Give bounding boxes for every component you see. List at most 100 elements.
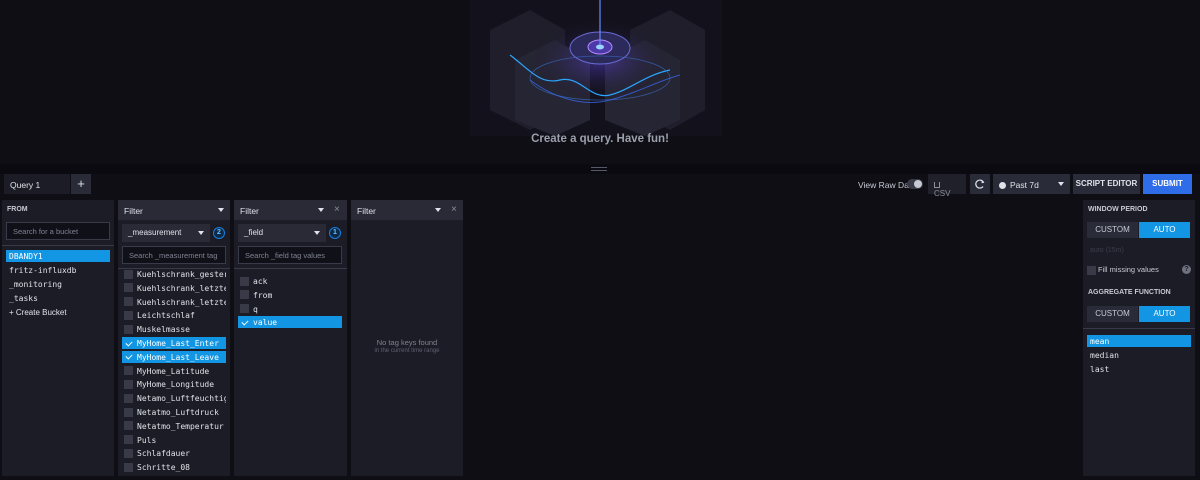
checkbox-list-item[interactable]: MyHome_Last_Enter xyxy=(122,337,226,349)
filter-panel-measurement: Filter _measurement 2 Search _measuremen… xyxy=(118,200,230,476)
close-icon[interactable]: × xyxy=(451,204,457,215)
filter-panel-field: Filter × _field 1 Search _field tag valu… xyxy=(234,200,347,476)
window-auto-button[interactable]: AUTO xyxy=(1139,222,1190,238)
checkbox-icon[interactable] xyxy=(124,297,133,307)
bucket-item[interactable]: fritz-influxdb xyxy=(6,264,110,276)
checkbox-icon[interactable] xyxy=(124,310,133,320)
fill-missing-checkbox[interactable] xyxy=(1087,266,1096,275)
checkbox-icon[interactable] xyxy=(124,435,133,445)
checkbox-list-item[interactable]: Puls xyxy=(122,434,226,446)
checkbox-list-item[interactable]: Kuehlschrank_letzte... xyxy=(122,282,226,294)
checkbox-list-item[interactable]: Kuehlschrank_gestern xyxy=(122,268,226,280)
aggregate-function-item[interactable]: median xyxy=(1087,349,1191,361)
checkbox-icon[interactable] xyxy=(240,276,249,286)
measurement-search-input[interactable]: Search _measurement tag xyxy=(122,246,226,264)
bucket-item[interactable]: DBANDY1 xyxy=(6,250,110,262)
checkbox-list-item[interactable]: Schlafdauer xyxy=(122,447,226,459)
divider xyxy=(234,268,347,269)
item-label: Schlafdauer xyxy=(137,449,190,459)
checkbox-list-item[interactable]: Kuehlschrank_letzte... xyxy=(122,296,226,308)
filter-header[interactable]: Filter × xyxy=(351,200,463,220)
function-custom-button[interactable]: CUSTOM xyxy=(1087,306,1138,322)
bucket-item[interactable]: _tasks xyxy=(6,292,110,304)
checkbox-list-item[interactable]: MyHome_Latitude xyxy=(122,365,226,377)
aggregate-function-item[interactable]: mean xyxy=(1087,335,1191,347)
selected-count-badge: 1 xyxy=(329,227,341,239)
checkbox-icon[interactable] xyxy=(124,421,133,431)
from-title: FROM xyxy=(7,206,28,213)
checkbox-icon[interactable] xyxy=(124,448,133,458)
checkbox-icon[interactable] xyxy=(124,366,133,376)
checked-checkbox-icon[interactable] xyxy=(124,352,133,362)
close-icon[interactable]: × xyxy=(334,204,340,215)
window-period-title: WINDOW PERIOD xyxy=(1088,206,1148,213)
view-raw-data-toggle[interactable] xyxy=(907,179,923,189)
checkbox-icon[interactable] xyxy=(124,462,133,472)
checkbox-list-item[interactable]: ack xyxy=(238,275,342,287)
checkbox-list-item[interactable]: Netatmo_Temperatur xyxy=(122,420,226,432)
checkbox-list-item[interactable]: MyHome_Longitude xyxy=(122,378,226,390)
bucket-item[interactable]: _monitoring xyxy=(6,278,110,290)
checkbox-list-item[interactable]: Leichtschlaf xyxy=(122,309,226,321)
checkbox-list-item[interactable]: value xyxy=(238,316,342,329)
divider xyxy=(1083,328,1195,329)
item-label: q xyxy=(253,304,258,314)
create-bucket-link[interactable]: + Create Bucket xyxy=(6,306,110,318)
filter-header[interactable]: Filter xyxy=(118,200,230,220)
checkbox-icon[interactable] xyxy=(240,304,249,314)
checkbox-icon[interactable] xyxy=(124,407,133,417)
item-label: Schritte_08 xyxy=(137,463,190,473)
checkbox-icon[interactable] xyxy=(124,393,133,403)
checked-checkbox-icon[interactable] xyxy=(240,317,249,327)
field-search-input[interactable]: Search _field tag values xyxy=(238,246,342,264)
help-icon[interactable]: ? xyxy=(1182,265,1191,274)
checkbox-list-item[interactable]: Muskelmasse xyxy=(122,323,226,335)
submit-button[interactable]: SUBMIT xyxy=(1143,174,1192,194)
checkbox-icon[interactable] xyxy=(124,379,133,389)
tag-key-dropdown[interactable]: _measurement xyxy=(122,224,210,242)
checkbox-icon[interactable] xyxy=(124,269,133,279)
checkbox-list-item[interactable]: q xyxy=(238,303,342,315)
tag-key-value: _field xyxy=(244,228,264,237)
fill-missing-label: Fill missing values xyxy=(1098,265,1159,274)
empty-graph-message: Create a query. Have fun! xyxy=(531,133,669,145)
function-auto-button[interactable]: AUTO xyxy=(1139,306,1190,322)
graph-area: Create a query. Have fun! xyxy=(0,0,1200,164)
checkbox-list-item[interactable]: Netamo_Luftfeuchtig... xyxy=(122,392,226,404)
item-label: MyHome_Longitude xyxy=(137,380,215,390)
drag-handle-icon[interactable] xyxy=(591,167,607,171)
filter-title: Filter xyxy=(357,206,376,216)
aggregate-function-item[interactable]: last xyxy=(1087,363,1191,375)
script-editor-button[interactable]: SCRIPT EDITOR xyxy=(1073,174,1140,194)
item-label: MyHome_Last_Leave xyxy=(137,352,219,362)
csv-download-button[interactable]: CSV xyxy=(928,174,966,198)
checkbox-list-item[interactable]: Schritte_08 xyxy=(122,461,226,473)
chevron-down-icon xyxy=(218,208,224,212)
time-range-dropdown[interactable]: Past 7d xyxy=(993,174,1070,194)
window-custom-button[interactable]: CUSTOM xyxy=(1087,222,1138,238)
filter-header[interactable]: Filter × xyxy=(234,200,347,220)
aggregate-panel: WINDOW PERIOD CUSTOM AUTO auto (15m) Fil… xyxy=(1083,200,1195,476)
tag-key-dropdown[interactable]: _field xyxy=(238,224,326,242)
checkbox-icon[interactable] xyxy=(124,324,133,334)
add-query-button[interactable]: + xyxy=(71,174,91,194)
time-range-value: Past 7d xyxy=(1010,180,1039,190)
empty-state-title: No tag keys found xyxy=(376,338,438,347)
filter-title: Filter xyxy=(124,206,143,216)
item-label: MyHome_Latitude xyxy=(137,366,210,376)
refresh-button[interactable] xyxy=(970,174,990,194)
checkbox-list-item[interactable]: MyHome_Last_Leave xyxy=(122,350,226,363)
checkbox-list-item[interactable]: Netatmo_Luftdruck xyxy=(122,406,226,418)
chevron-down-icon xyxy=(1058,182,1064,186)
checkbox-icon[interactable] xyxy=(240,290,249,300)
item-label: MyHome_Last_Enter xyxy=(137,339,219,348)
refresh-icon xyxy=(975,179,985,189)
item-label: Netatmo_Luftdruck xyxy=(137,408,219,417)
checkbox-list-item[interactable]: from xyxy=(238,289,342,301)
bucket-search-input[interactable]: Search for a bucket xyxy=(6,222,110,240)
resize-splitter[interactable] xyxy=(0,164,1200,174)
checked-checkbox-icon[interactable] xyxy=(124,338,133,348)
tab-query-1[interactable]: Query 1 xyxy=(4,174,70,194)
checkbox-icon[interactable] xyxy=(124,283,133,293)
item-label: Leichtschlaf xyxy=(137,311,195,321)
